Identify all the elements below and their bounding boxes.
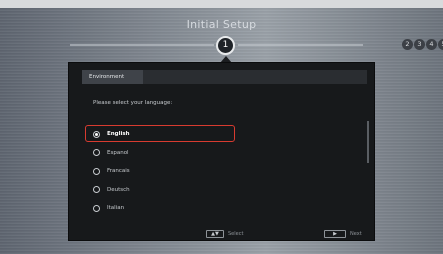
upcoming-steps: 2 3 4 5 xyxy=(402,39,443,50)
step-progress-line-left xyxy=(70,44,214,46)
top-strip xyxy=(0,0,443,8)
current-step-indicator: 1 xyxy=(216,36,235,55)
step-indicator-4: 4 xyxy=(426,39,437,50)
step-indicator-3: 3 xyxy=(414,39,425,50)
next-label: Next xyxy=(350,231,362,237)
language-option-italian[interactable]: Italian xyxy=(93,199,253,217)
language-list: English Espanol Francais Deutsch Italian xyxy=(85,125,253,218)
language-label: Italian xyxy=(107,205,125,211)
step-indicator-5: 5 xyxy=(438,39,443,50)
dialog-footer: ▲▼ Select ▶ Next xyxy=(69,228,376,242)
focus-highlight xyxy=(85,125,235,142)
language-option-english[interactable]: English xyxy=(85,125,253,143)
language-option-deutsch[interactable]: Deutsch xyxy=(93,181,253,199)
radio-icon xyxy=(93,167,100,175)
language-option-francais[interactable]: Francais xyxy=(93,162,253,180)
tab-environment: Environment xyxy=(82,70,143,84)
play-key-icon: ▶ xyxy=(324,230,346,238)
next-button[interactable]: ▶ Next xyxy=(324,230,362,238)
language-label: Espanol xyxy=(107,149,129,156)
step-indicator-2: 2 xyxy=(402,39,413,50)
updown-key-icon: ▲▼ xyxy=(206,230,224,238)
language-option-espanol[interactable]: Espanol xyxy=(93,144,253,162)
language-label: Deutsch xyxy=(107,186,130,193)
radio-selected-icon xyxy=(93,130,100,138)
radio-icon xyxy=(93,186,100,193)
radio-icon xyxy=(93,204,100,212)
language-list-scrollbar[interactable] xyxy=(367,121,369,163)
dialog-header-bar: Environment xyxy=(82,70,367,84)
select-hint: ▲▼ Select xyxy=(206,230,243,238)
select-hint-label: Select xyxy=(228,231,244,237)
language-label: Francais xyxy=(107,168,130,174)
page-title: Initial Setup xyxy=(186,18,257,31)
step-progress-line-right xyxy=(238,44,363,46)
radio-icon xyxy=(93,149,100,156)
language-prompt: Please select your language: xyxy=(93,100,173,106)
setup-dialog: Environment Please select your language:… xyxy=(68,62,375,241)
